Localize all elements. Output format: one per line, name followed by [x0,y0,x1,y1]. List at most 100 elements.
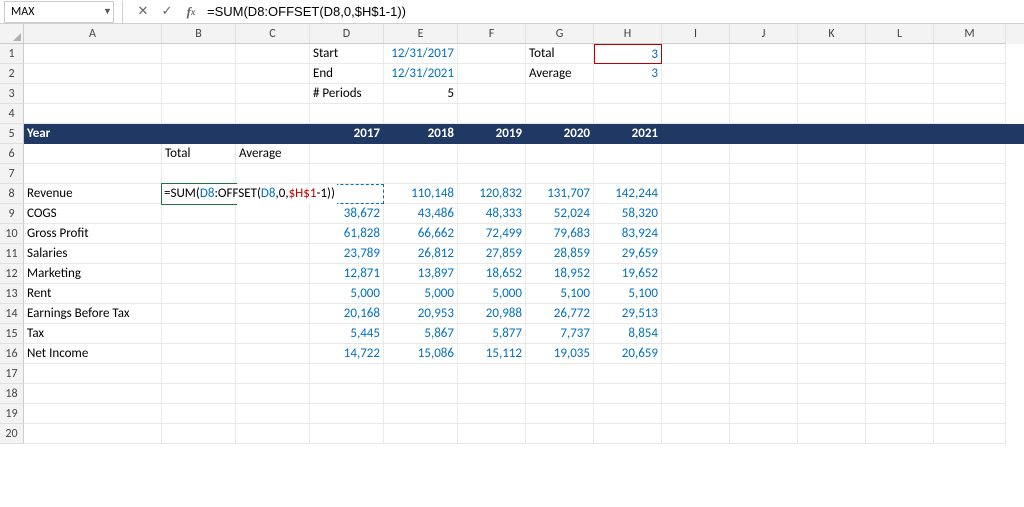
cell[interactable] [236,244,310,264]
cell[interactable] [236,364,310,384]
cell[interactable] [162,424,236,444]
cell[interactable] [458,84,526,104]
row-header[interactable]: 12 [0,264,24,284]
cell[interactable] [866,284,934,304]
name-box[interactable]: MAX ▼ [4,1,114,23]
cell[interactable] [934,424,1006,444]
cell[interactable] [934,304,1006,324]
cell[interactable] [798,324,866,344]
cell[interactable] [236,344,310,364]
cell[interactable] [236,204,310,224]
cell[interactable] [798,124,866,144]
cell[interactable] [866,104,934,124]
cell[interactable] [866,204,934,224]
cell[interactable] [384,104,458,124]
row-header[interactable]: 8 [0,184,24,204]
col-header[interactable]: J [730,24,798,44]
cell[interactable] [236,304,310,324]
cell[interactable] [458,64,526,84]
cell[interactable]: 61,828 [310,224,384,244]
cell[interactable]: 66,662 [384,224,458,244]
row-header[interactable]: 3 [0,84,24,104]
row-header[interactable]: 11 [0,244,24,264]
cell[interactable]: 2018 [384,124,458,144]
cell[interactable]: Year [24,124,162,144]
cell[interactable]: Average [236,144,310,164]
cell[interactable]: # Periods [310,84,384,104]
cell[interactable]: 19,652 [594,264,662,284]
cell[interactable] [798,104,866,124]
cell[interactable]: 5,867 [384,324,458,344]
cell[interactable] [730,64,798,84]
col-header[interactable]: D [310,24,384,44]
cell-h1[interactable]: 3 [594,44,662,64]
accept-formula-button[interactable]: ✓ [157,2,177,22]
cell[interactable] [866,64,934,84]
cell[interactable] [24,64,162,84]
cell[interactable] [526,364,594,384]
cell[interactable] [236,284,310,304]
row-header[interactable]: 20 [0,424,24,444]
cell[interactable] [662,144,730,164]
cell[interactable]: 20,168 [310,304,384,324]
row-header[interactable]: 19 [0,404,24,424]
cell[interactable] [24,364,162,384]
cell[interactable] [384,384,458,404]
cell[interactable] [934,244,1006,264]
cell[interactable] [866,244,934,264]
row-header[interactable]: 7 [0,164,24,184]
row-header[interactable]: 14 [0,304,24,324]
formula-input[interactable] [203,1,1024,23]
cell[interactable]: Earnings Before Tax [24,304,162,324]
cell[interactable] [662,284,730,304]
cell[interactable] [526,84,594,104]
cell[interactable] [866,164,934,184]
row-header[interactable]: 2 [0,64,24,84]
cell[interactable] [162,304,236,324]
cell[interactable] [310,384,384,404]
cell[interactable]: 2017 [310,124,384,144]
cell[interactable] [730,364,798,384]
cell[interactable] [662,224,730,244]
cell[interactable]: 15,112 [458,344,526,364]
cell[interactable]: 5,100 [594,284,662,304]
cell[interactable]: 29,513 [594,304,662,324]
cell[interactable] [384,404,458,424]
cell[interactable] [526,424,594,444]
cell[interactable]: 5,000 [310,284,384,304]
cell[interactable] [594,84,662,104]
cell[interactable] [798,84,866,104]
col-header[interactable]: L [866,24,934,44]
cell[interactable]: 110,148 [384,184,458,204]
cell[interactable]: 18,652 [458,264,526,284]
cell[interactable]: 43,486 [384,204,458,224]
cell[interactable] [730,84,798,104]
cell[interactable] [866,404,934,424]
cell[interactable] [310,404,384,424]
cell[interactable] [162,264,236,284]
cell[interactable] [310,424,384,444]
cell[interactable]: 131,707 [526,184,594,204]
cell[interactable] [730,184,798,204]
cell[interactable]: 29,659 [594,244,662,264]
cell[interactable]: 3 [594,64,662,84]
cell[interactable] [730,224,798,244]
cell[interactable] [866,224,934,244]
cell[interactable] [934,364,1006,384]
spreadsheet-grid[interactable]: A B C D E F G H I J K L M 1 Start 12/31/… [0,24,1024,444]
cell[interactable] [798,44,866,64]
cell[interactable] [798,364,866,384]
cell[interactable] [24,104,162,124]
cell[interactable] [236,184,310,204]
cell[interactable] [730,304,798,324]
cell[interactable] [594,424,662,444]
cell[interactable]: 5,000 [458,284,526,304]
row-header[interactable]: 16 [0,344,24,364]
cell[interactable] [24,384,162,404]
cell[interactable] [594,384,662,404]
cell[interactable]: 12/31/2021 [384,64,458,84]
cell[interactable] [458,364,526,384]
cell[interactable] [162,404,236,424]
cell[interactable] [594,104,662,124]
cell[interactable] [236,164,310,184]
